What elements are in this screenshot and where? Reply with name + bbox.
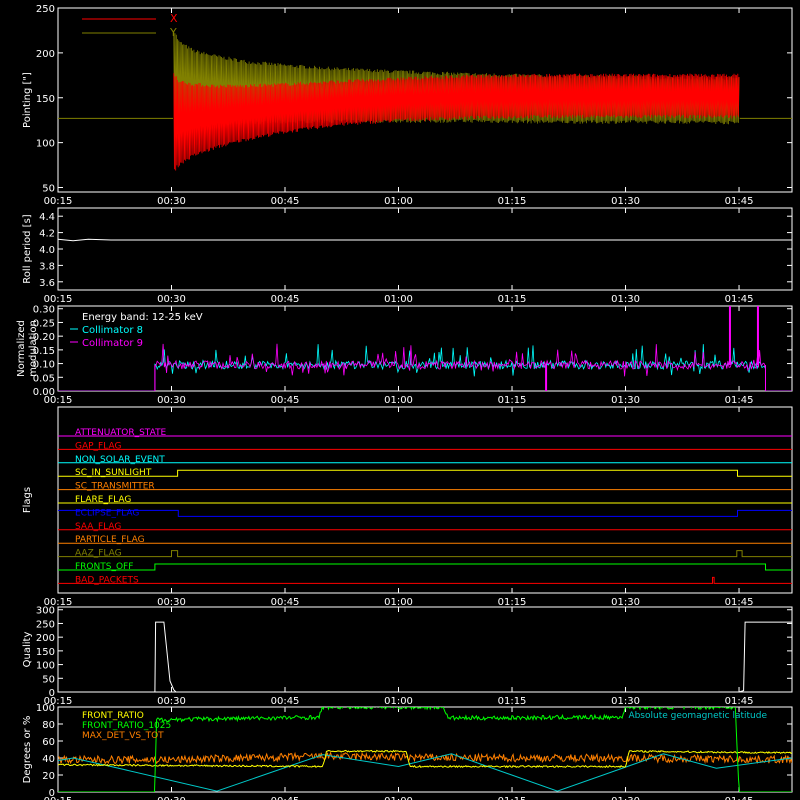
modulation-xtick-label: 01:45 <box>725 395 754 406</box>
degrees-legend-max-det: MAX_DET_VS_TOT <box>82 731 164 741</box>
modulation-xtick-label: 01:00 <box>384 395 413 406</box>
pointing-xtick-label: 00:30 <box>157 196 186 207</box>
pointing-ytick-label: 250 <box>36 4 55 15</box>
degrees-ytick-label: 60 <box>42 737 55 748</box>
quality-ytick-label: 50 <box>42 674 55 685</box>
degrees-ylabel: Degrees or % <box>22 716 33 784</box>
roll-xtick-label: 01:00 <box>384 294 413 305</box>
quality-ytick-label: 0 <box>49 688 55 699</box>
degrees-legend-geomag: Absolute geomagnetic latitude <box>628 711 767 721</box>
degrees-xtick-label: 01:00 <box>384 796 413 800</box>
degrees-ytick-label: 100 <box>36 703 55 714</box>
roll-xtick-label: 01:15 <box>498 294 527 305</box>
roll-xtick-label: 01:30 <box>611 294 640 305</box>
degrees-xtick-label: 01:45 <box>725 796 754 800</box>
modulation-xtick-label: 01:15 <box>498 395 527 406</box>
roll-xtick-label: 00:45 <box>271 294 300 305</box>
quality-xtick-label: 00:45 <box>271 696 300 707</box>
pointing-legend-label-y: Y <box>169 26 177 39</box>
roll-xtick-label: 01:45 <box>725 294 754 305</box>
modulation-legend-label-9: Collimator 9 <box>82 338 143 349</box>
flags-xtick-label: 01:30 <box>611 597 640 608</box>
quality-ytick-label: 100 <box>36 661 55 672</box>
quality-ylabel: Quality <box>22 632 33 668</box>
modulation-xtick-label: 00:30 <box>157 395 186 406</box>
flags-xtick-label: 00:45 <box>271 597 300 608</box>
quality-ytick-label: 200 <box>36 633 55 644</box>
degrees-xtick-label: 00:45 <box>271 796 300 800</box>
degrees-xtick-label: 01:30 <box>611 796 640 800</box>
roll-xtick-label: 00:15 <box>44 294 73 305</box>
degrees-ytick-label: 40 <box>42 754 55 765</box>
flags-xtick-label: 00:30 <box>157 597 186 608</box>
modulation-xtick-label: 01:30 <box>611 395 640 406</box>
pointing-ytick-label: 100 <box>36 139 55 150</box>
degrees-ytick-label: 80 <box>42 720 55 731</box>
degrees-xtick-label: 00:30 <box>157 796 186 800</box>
quality-ytick-label: 300 <box>36 606 55 617</box>
pointing-ytick-label: 50 <box>42 184 55 195</box>
quality-xtick-label: 01:15 <box>498 696 527 707</box>
pointing-xtick-label: 01:45 <box>725 196 754 207</box>
roll-ytick-label: 4.0 <box>39 245 55 256</box>
flags-xtick-label: 01:15 <box>498 597 527 608</box>
degrees-ytick-label: 0 <box>49 788 55 799</box>
modulation-legend-title: Energy band: 12-25 keV <box>82 312 203 323</box>
quality-ytick-label: 150 <box>36 647 55 658</box>
quality-xtick-label: 00:30 <box>157 696 186 707</box>
modulation-ytick-label: 0.30 <box>33 305 55 316</box>
roll-ytick-label: 3.6 <box>39 278 55 289</box>
pointing-legend-label-x: X <box>170 12 178 25</box>
flags-ylabel: Flags <box>22 487 33 513</box>
pointing-ytick-label: 200 <box>36 49 55 60</box>
roll-ytick-label: 3.8 <box>39 261 55 272</box>
quality-xtick-label: 01:45 <box>725 696 754 707</box>
hessi-observing-summary-plot: 00:15 00:30 00:45 01:00 01:15 01:30 01:45 50 100… <box>0 0 800 800</box>
modulation-xtick-label: 00:45 <box>271 395 300 406</box>
roll-ytick-label: 4.2 <box>39 229 55 240</box>
pointing-ylabel: Pointing ["] <box>22 72 33 128</box>
degrees-ytick-label: 20 <box>42 771 55 782</box>
pointing-xtick-label: 00:45 <box>271 196 300 207</box>
pointing-ytick-label: 150 <box>36 94 55 105</box>
quality-xtick-label: 01:30 <box>611 696 640 707</box>
roll-ytick-label: 4.4 <box>39 212 55 223</box>
flags-xtick-label: 01:45 <box>725 597 754 608</box>
modulation-legend-label-8: Collimator 8 <box>82 325 143 336</box>
modulation-ytick-label: 0.00 <box>33 387 55 398</box>
pointing-xtick-label: 01:30 <box>611 196 640 207</box>
modulation-ylabel: modulation <box>28 320 39 377</box>
pointing-xtick-label: 01:00 <box>384 196 413 207</box>
quality-ytick-label: 250 <box>36 619 55 630</box>
modulation-ylabel: Normalized <box>16 320 27 377</box>
roll-xtick-label: 00:30 <box>157 294 186 305</box>
degrees-xtick-label: 01:15 <box>498 796 527 800</box>
pointing-xtick-label: 00:15 <box>44 196 73 207</box>
pointing-xtick-label: 01:15 <box>498 196 527 207</box>
roll-ylabel: Roll period [s] <box>22 214 33 283</box>
quality-xtick-label: 01:00 <box>384 696 413 707</box>
flags-xtick-label: 01:00 <box>384 597 413 608</box>
degrees-legend-front-ratio-1025: FRONT_RATIO_1025 <box>82 721 171 731</box>
degrees-legend-front-ratio: FRONT_RATIO <box>82 711 144 721</box>
